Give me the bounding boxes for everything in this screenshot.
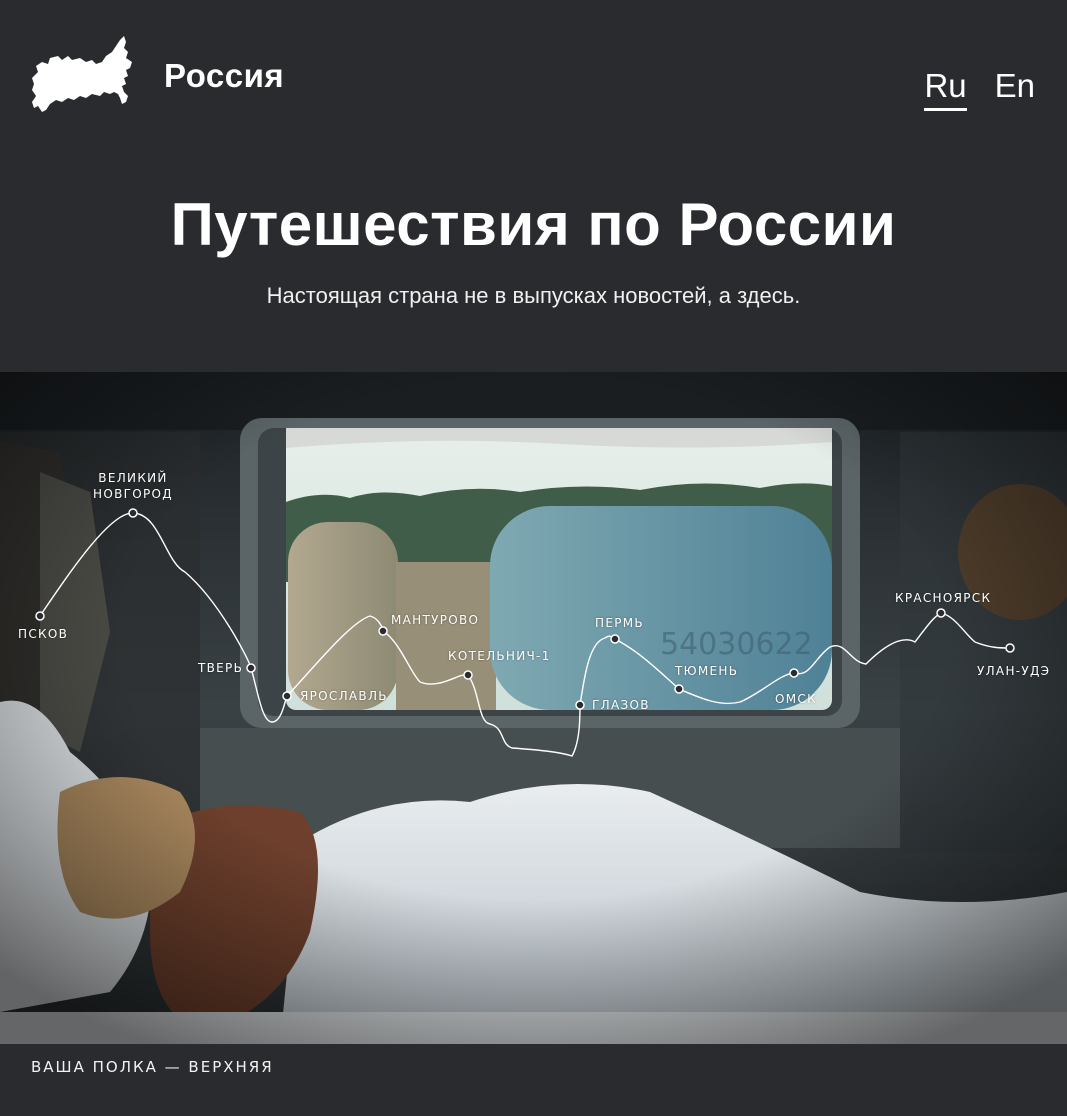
station-label-yaroslavl: ЯРОСЛАВЛЬ	[300, 689, 388, 703]
lang-ru-link[interactable]: Ru	[924, 66, 967, 111]
station-dot-tver	[246, 663, 256, 673]
station-dot-kotelnich	[463, 670, 473, 680]
page-title: Путешествия по России	[170, 191, 897, 258]
station-label-tver: ТВЕРЬ	[198, 661, 244, 675]
station-dot-omsk	[789, 668, 799, 678]
station-label-kotelnich: КОТЕЛЬНИЧ-1	[448, 649, 551, 663]
station-dot-tyumen	[674, 684, 684, 694]
station-label-omsk: ОМСК	[775, 692, 817, 706]
station-label-krasnoyarsk: КРАСНОЯРСК	[895, 591, 992, 605]
photo-caption: ВАША ПОЛКА — ВЕРХНЯЯ	[31, 1058, 274, 1076]
logo-text: Россия	[164, 57, 285, 94]
station-label-perm: ПЕРМЬ	[595, 616, 644, 630]
station-label-pskov: ПСКОВ	[18, 627, 69, 641]
station-dot-glazov	[575, 700, 585, 710]
station-label-tyumen: ТЮМЕНЬ	[675, 664, 739, 678]
station-dot-veliky-novgorod	[128, 508, 138, 518]
language-switcher: Ru En	[924, 66, 1035, 111]
photo-caption-bar: ВАША ПОЛКА — ВЕРХНЯЯ	[0, 1044, 1067, 1116]
station-dot-krasnoyarsk	[936, 608, 946, 618]
station-label-veliky-novgorod: ВЕЛИКИЙ НОВГОРОД	[93, 471, 173, 501]
russia-map-icon	[28, 34, 136, 114]
station-dot-perm	[610, 634, 620, 644]
station-dot-pskov	[35, 611, 45, 621]
site-header: Россия Ru En Путешествия по России Насто…	[0, 0, 1067, 372]
station-label-manturovo: МАНТУРОВО	[391, 613, 480, 627]
station-dot-ulan-ude	[1005, 643, 1015, 653]
station-dot-yaroslavl	[282, 691, 292, 701]
page-subtitle: Настоящая страна не в выпусках новостей,…	[266, 283, 801, 308]
lang-en-link[interactable]: En	[995, 66, 1035, 111]
station-label-glazov: ГЛАЗОВ	[592, 698, 650, 712]
logo-link[interactable]: Россия	[28, 34, 284, 114]
hero-photo: 54030622	[0, 372, 1067, 1044]
station-dot-manturovo	[378, 626, 388, 636]
station-label-ulan-ude: УЛАН-УДЭ	[977, 664, 1051, 678]
